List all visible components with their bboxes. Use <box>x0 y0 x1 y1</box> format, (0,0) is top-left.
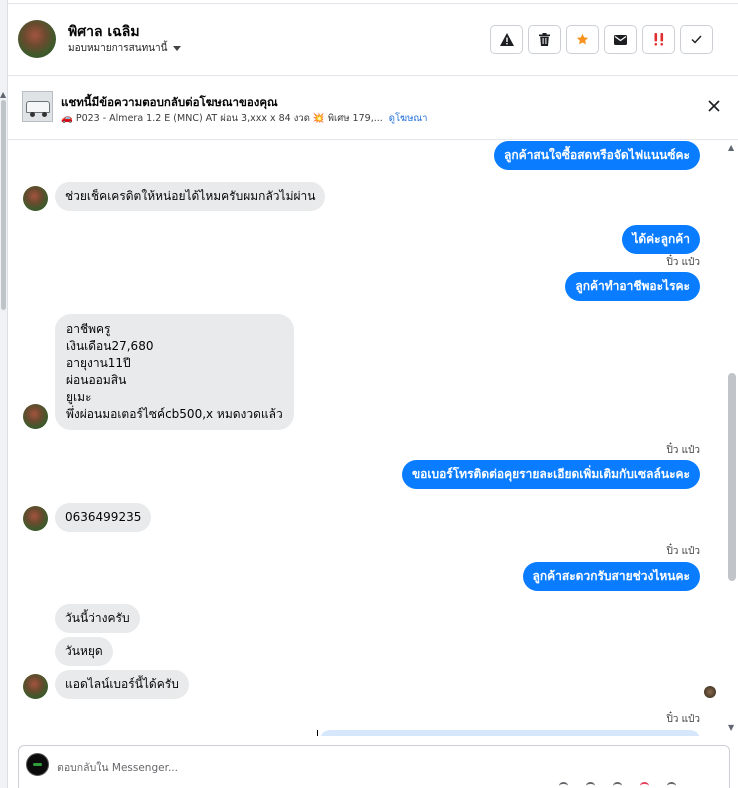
follow-up-star-button[interactable] <box>566 25 599 54</box>
check-icon <box>691 35 702 44</box>
ad-banner-detail: 🚗 P023 - Almera 1.2 E (MNC) AT ผ่อน 3,xx… <box>61 111 428 126</box>
view-ad-link[interactable]: ดูโฆษณา <box>389 111 428 126</box>
star-icon <box>576 33 589 45</box>
header-toolbar <box>490 25 713 54</box>
reply-input[interactable]: ตอบกลับใน Messenger... <box>57 759 178 776</box>
delete-button[interactable] <box>528 25 561 54</box>
burst-emoji-icon: 💥 <box>312 113 325 124</box>
seen-status: ปิ๋ว แป๋ว <box>666 257 700 268</box>
contact-avatar[interactable] <box>18 20 56 58</box>
text-cursor <box>317 730 318 736</box>
incoming-message[interactable]: ช่วยเช็คเครดิตให้หน่อยได้ไหมครับผมกลัวไม… <box>55 182 326 211</box>
composer-toolbar <box>559 782 719 788</box>
seen-status: ปิ๋ว แป๋ว <box>666 445 700 456</box>
ad-detail-text-2: พิเศษ 179,... <box>327 113 383 124</box>
outgoing-message[interactable]: ขอเบอร์โทรติดต่อคุยรายละเอียดเพิ่มเติมกั… <box>401 460 700 489</box>
ad-thumbnail[interactable] <box>22 91 53 122</box>
more-icon[interactable] <box>667 782 676 788</box>
conversation-header: พิศาล เฉลิม มอบหมายการสนทนานี้ <box>8 4 738 76</box>
sticker-icon[interactable] <box>586 782 595 788</box>
read-receipt-avatar <box>704 686 716 698</box>
contact-avatar-small[interactable] <box>23 404 48 429</box>
seen-status: ปิ๋ว แป๋ว <box>666 714 700 725</box>
mail-icon <box>614 34 627 45</box>
emoji-icon[interactable] <box>613 782 622 788</box>
ad-banner-title: แชทนี้มีข้อความตอบกลับต่อโฆษณาของคุณ <box>61 95 278 109</box>
outgoing-message[interactable]: ลูกค้าสะดวกรับสายช่วงไหนคะ <box>522 562 700 591</box>
trash-icon <box>539 33 550 46</box>
seen-status: ปิ๋ว แป๋ว <box>666 546 700 557</box>
contact-avatar-small[interactable] <box>23 506 48 531</box>
outgoing-message[interactable]: ลูกค้าทำอาชีพอะไรคะ <box>565 272 700 301</box>
outgoing-message-partial[interactable] <box>320 730 700 736</box>
incoming-message[interactable]: วันหยุด <box>55 637 113 666</box>
outgoing-message[interactable]: ได้ค่ะลูกค้า <box>622 225 700 254</box>
like-icon[interactable] <box>640 782 649 788</box>
attachment-icon[interactable] <box>559 782 568 788</box>
assign-label: มอบหมายการสนทนานี้ <box>68 43 168 54</box>
close-icon[interactable] <box>705 97 723 115</box>
car-emoji-icon: 🚗 <box>61 113 73 124</box>
incoming-message[interactable]: 0636499235 <box>55 503 152 532</box>
left-scrollbar-thumb[interactable] <box>1 100 6 310</box>
mark-spam-button[interactable] <box>490 25 523 54</box>
contact-avatar-small[interactable] <box>23 186 48 211</box>
outgoing-message[interactable]: ลูกค้าสนใจซื้อสดหรือจัดไฟแนนซ์คะ <box>494 141 700 170</box>
incoming-message[interactable]: วันนี้ว่างครับ <box>55 604 140 633</box>
contact-avatar-small[interactable] <box>23 674 48 699</box>
message-thread[interactable]: ลูกค้าสนใจซื้อสดหรือจัดไฟแนนซ์คะ ช่วยเช็… <box>8 141 726 736</box>
mark-unread-button[interactable] <box>604 25 637 54</box>
warning-icon <box>499 33 514 46</box>
page-avatar <box>26 753 49 776</box>
incoming-message[interactable]: แอดไลน์เบอร์นี้ได้ครับ <box>55 670 189 699</box>
urgent-icon <box>654 33 663 46</box>
incoming-message[interactable]: อาชีพครู เงินเดือน27,680 อายุงาน11ปี ผ่อ… <box>55 314 294 430</box>
reply-composer[interactable]: ตอบกลับใน Messenger... <box>18 745 730 788</box>
left-panel-scrollbar[interactable]: ▲ <box>0 0 8 788</box>
chat-scrollbar[interactable]: ▲ ▼ <box>726 141 738 736</box>
ad-reply-banner: แชทนี้มีข้อความตอบกลับต่อโฆษณาของคุณ 🚗 P… <box>8 77 738 140</box>
contact-name[interactable]: พิศาล เฉลิม <box>68 21 140 43</box>
mark-done-button[interactable] <box>680 25 713 54</box>
assign-conversation-dropdown[interactable]: มอบหมายการสนทนานี้ <box>68 41 182 56</box>
chat-scrollbar-thumb[interactable] <box>728 373 736 581</box>
scroll-up-arrow-icon[interactable]: ▲ <box>0 90 6 99</box>
scroll-down-arrow-icon[interactable]: ▼ <box>728 723 734 732</box>
caret-down-icon <box>173 46 182 51</box>
ad-detail-text: P023 - Almera 1.2 E (MNC) AT ผ่อน 3,xxx … <box>75 113 310 124</box>
priority-button[interactable] <box>642 25 675 54</box>
scroll-up-arrow-icon[interactable]: ▲ <box>728 143 734 152</box>
